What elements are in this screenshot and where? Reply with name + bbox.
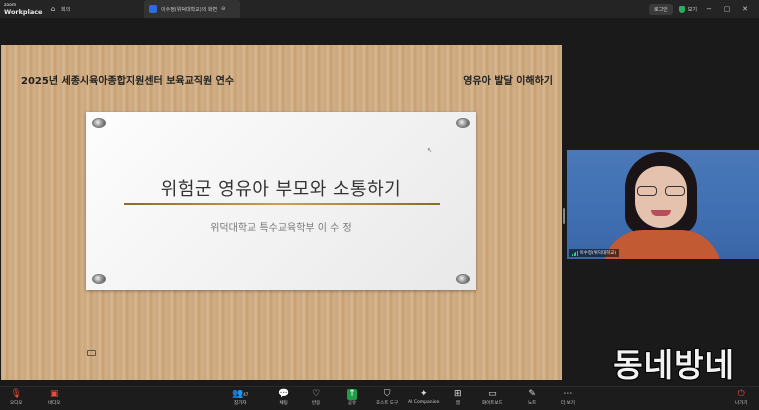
signal-icon: [572, 250, 578, 256]
tab-meeting[interactable]: 이수정(위덕대학교)의 화면 ⊖: [144, 0, 240, 18]
pin-icon: [456, 118, 470, 128]
person-face: [635, 166, 687, 228]
apps-icon: ⊞: [454, 389, 462, 399]
notes-icon: ✎: [528, 389, 536, 399]
whiteboard-button[interactable]: ▭ 화이트보드: [482, 389, 503, 406]
titlebar-controls: 로그인 보기 − ▢ ✕: [648, 0, 759, 18]
participants-icon: 👥47: [232, 389, 249, 399]
slide-title-card: 위험군 영유아 부모와 소통하기 위덕대학교 특수교육학부 이 수 정 ↖: [86, 112, 476, 290]
maximize-icon[interactable]: ▢: [721, 5, 733, 13]
video-off-icon: ▣: [49, 389, 59, 399]
participants-label: 참가자: [233, 401, 247, 406]
more-button[interactable]: ⋯ 더 보기: [561, 389, 575, 406]
participant-video[interactable]: 이수정(위덕대학교): [567, 150, 759, 259]
react-button[interactable]: ♡ 반응: [312, 389, 320, 406]
participant-name-tag: 이수정(위덕대학교): [569, 249, 620, 257]
ai-companion-label: AI Companion: [408, 400, 440, 405]
notes-button[interactable]: ✎ 노트: [528, 389, 536, 406]
leave-button[interactable]: ⏻ 나가기: [735, 389, 747, 406]
participants-count: 47: [243, 392, 249, 397]
tab-home[interactable]: ⌂ 회의: [44, 0, 144, 18]
share-button[interactable]: ↑ 공유: [347, 389, 357, 406]
title-bar: zoom Workplace ⌂ 회의 이수정(위덕대학교)의 화면 ⊖ 로그인…: [0, 0, 759, 18]
ai-companion-button[interactable]: ✦ AI Companion: [408, 389, 439, 405]
leave-icon: ⏻: [737, 389, 745, 399]
slide-title: 위험군 영유아 부모와 소통하기: [160, 179, 402, 200]
more-label: 더 보기: [561, 401, 575, 406]
chat-label: 채팅: [279, 401, 288, 406]
notes-label: 노트: [528, 401, 537, 406]
audio-button[interactable]: 🎙 오디오: [10, 389, 22, 406]
meeting-toolbar: 🎙 오디오 ▣ 비디오 👥47 참가자 💬 채팅 ♡ 반응 ↑ 공유 ⛉ 호스트…: [0, 386, 759, 410]
pin-icon: [92, 274, 106, 284]
chat-button[interactable]: 💬 채팅: [278, 389, 289, 406]
shared-screen: 2025년 세종시육아종합지원센터 보육교직원 연수 영유아 발달 이해하기 위…: [1, 45, 562, 380]
leave-label: 나가기: [735, 401, 748, 406]
whiteboard-icon: ▭: [488, 389, 497, 399]
minimize-icon[interactable]: −: [703, 5, 715, 13]
participants-button[interactable]: 👥47 참가자: [232, 389, 248, 406]
host-tools-button[interactable]: ⛉ 호스트 도구: [376, 389, 398, 406]
brand-bottom: Workplace: [4, 8, 43, 16]
zoom-logo: zoom Workplace: [0, 3, 44, 15]
home-icon: ⌂: [50, 5, 56, 13]
audio-label: 오디오: [10, 401, 23, 406]
meeting-stage: 2025년 세종시육아종합지원센터 보육교직원 연수 영유아 발달 이해하기 위…: [0, 18, 759, 386]
glasses: [637, 186, 685, 196]
tab-home-label: 회의: [61, 6, 71, 13]
person-body: [603, 230, 721, 259]
cursor-icon: ↖: [427, 147, 433, 154]
more-icon: ⋯: [563, 389, 573, 399]
video-button[interactable]: ▣ 비디오: [48, 389, 60, 406]
chat-icon: 💬: [278, 389, 290, 399]
watermark: 동네방네: [613, 346, 735, 384]
heart-icon: ♡: [312, 389, 321, 399]
view-label: 보기: [687, 6, 697, 13]
mic-muted-icon: 🎙: [10, 389, 22, 399]
shield-icon: [678, 5, 685, 13]
shield-icon: ⛉: [383, 389, 391, 399]
view-button[interactable]: 보기: [678, 5, 697, 13]
tab-meeting-label: 이수정(위덕대학교)의 화면: [161, 6, 218, 13]
tab-more-icon[interactable]: ⊖: [221, 6, 225, 12]
pin-icon: [456, 274, 470, 284]
pin-icon: [92, 118, 106, 128]
sparkle-icon: ✦: [419, 389, 428, 399]
title-underline: [124, 203, 440, 205]
apps-button[interactable]: ⊞ 앱: [454, 389, 462, 406]
whiteboard-label: 화이트보드: [482, 401, 503, 406]
video-label: 비디오: [48, 401, 61, 406]
camera-icon: [87, 350, 96, 356]
share-label: 공유: [347, 401, 357, 406]
share-icon: ↑: [347, 389, 357, 400]
close-icon[interactable]: ✕: [739, 5, 751, 13]
slide-header-right: 영유아 발달 이해하기: [463, 76, 553, 87]
person-mouth: [651, 210, 671, 216]
apps-label: 앱: [455, 401, 460, 406]
login-button[interactable]: 로그인: [648, 3, 673, 15]
slide-header-left: 2025년 세종시육아종합지원센터 보육교직원 연수: [21, 76, 235, 87]
react-label: 반응: [312, 401, 321, 406]
resize-handle[interactable]: [563, 208, 565, 224]
meeting-icon: [149, 5, 157, 13]
host-tools-label: 호스트 도구: [376, 401, 399, 406]
participant-name: 이수정(위덕대학교): [579, 251, 617, 256]
slide-subtitle: 위덕대학교 특수교육학부 이 수 정: [210, 223, 352, 234]
